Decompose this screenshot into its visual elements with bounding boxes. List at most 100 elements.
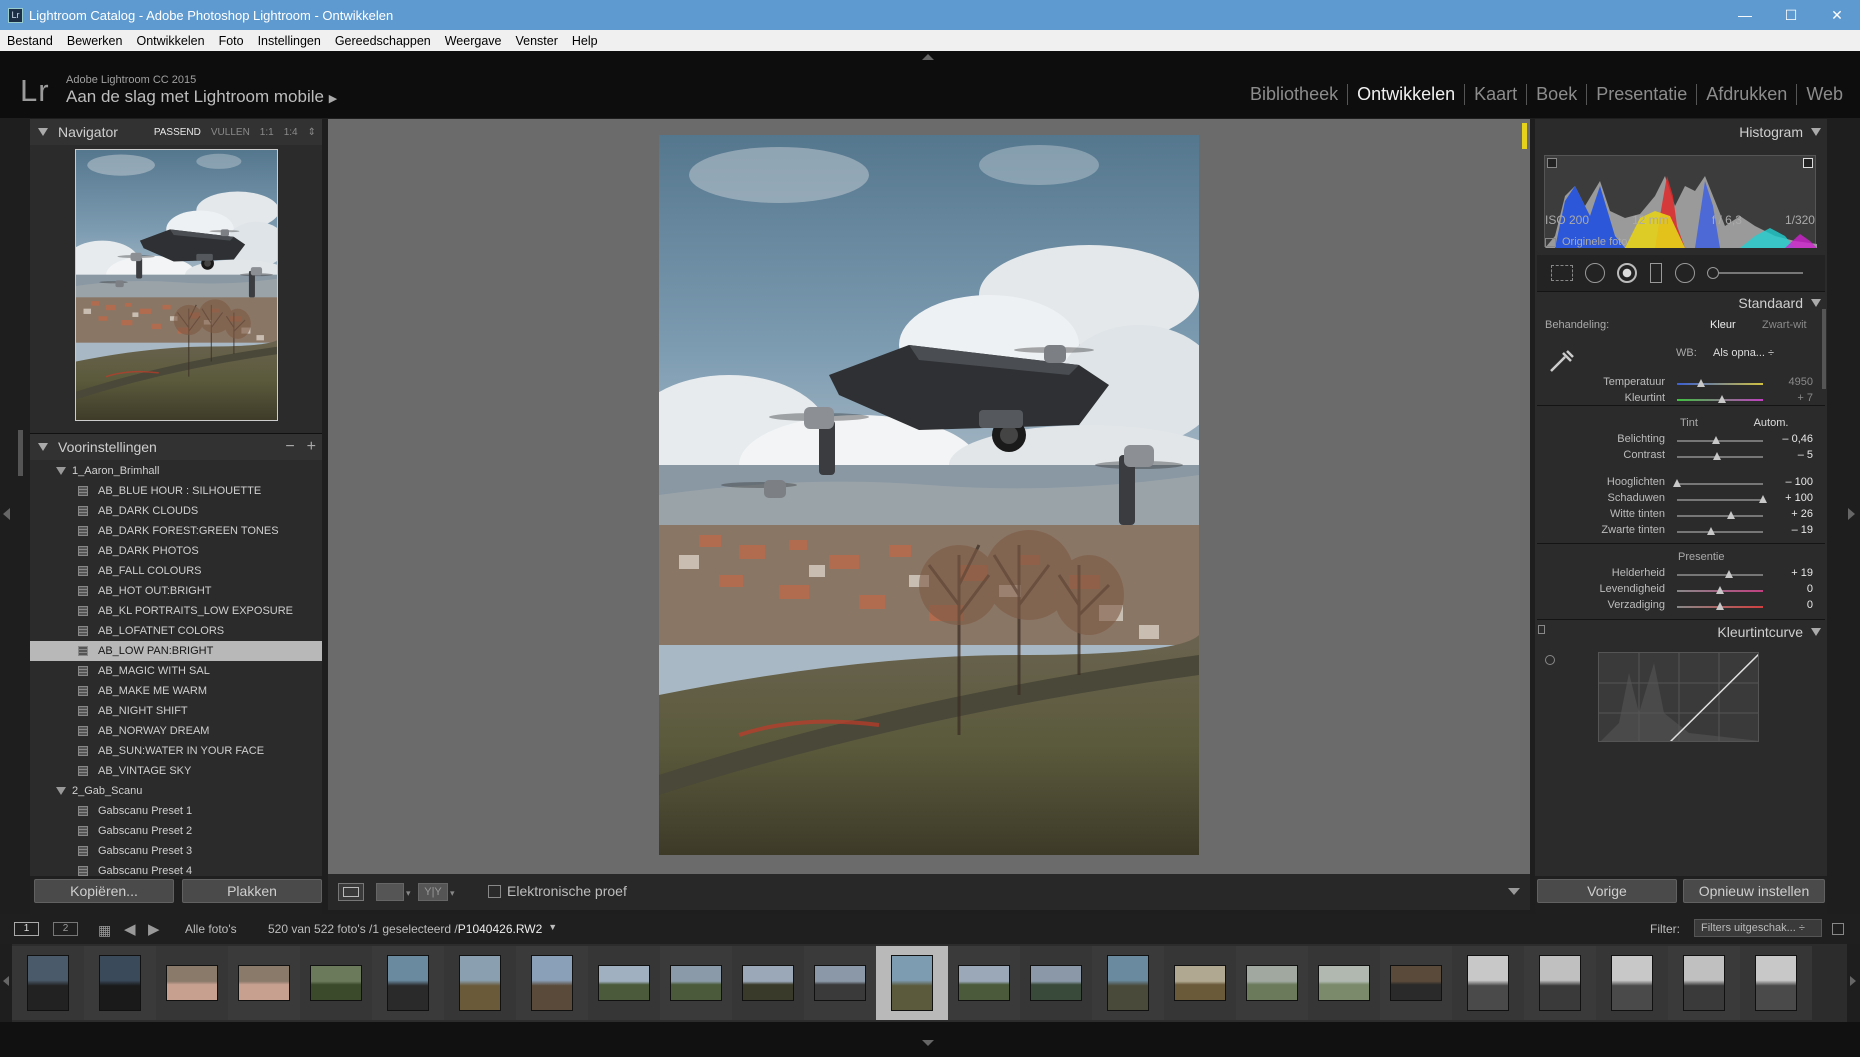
nav-zoom-stepper-icon[interactable]: ⇕ [308,127,316,138]
slider-row[interactable]: Schaduwen + 100 [1535,492,1827,508]
collapse-top-panel-icon[interactable] [922,54,934,60]
previous-button[interactable]: Vorige [1537,879,1677,903]
filmstrip-thumbnail[interactable] [1164,946,1236,1020]
presets-header[interactable]: Voorinstellingen − + [30,434,322,460]
dropdown-arrow-icon[interactable]: ▾ [406,888,411,899]
adjustment-brush-icon[interactable] [1707,267,1719,279]
slider-thumb[interactable] [1707,527,1716,535]
preset-item[interactable]: AB_NIGHT SHIFT [30,701,322,721]
original-photo-checkbox[interactable] [1545,237,1556,247]
basic-header[interactable]: Standaard [1535,290,1827,316]
slider-row[interactable]: Helderheid + 19 [1535,567,1827,583]
preset-item[interactable]: AB_MAGIC WITH SAL [30,661,322,681]
soft-proof-checkbox[interactable] [488,885,501,898]
menu-help[interactable]: Help [565,34,605,48]
forward-arrow-icon[interactable]: ▶ [148,920,160,938]
slider-track[interactable] [1677,483,1763,485]
slider-row[interactable]: Temperatuur 4950 [1535,376,1827,392]
mobile-link[interactable]: Aan de slag met Lightroom mobile ▶ [66,87,337,107]
module-bibliotheek[interactable]: Bibliotheek [1241,84,1347,105]
maximize-button[interactable]: ☐ [1768,0,1814,30]
slider-thumb[interactable] [1724,570,1733,578]
filter-dropdown[interactable]: Filters uitgeschak... ÷ [1694,919,1822,937]
slider-track[interactable] [1677,440,1763,442]
brush-size-slider[interactable] [1719,272,1803,274]
auto-tone-button[interactable]: Autom. [1741,415,1801,431]
slider-thumb[interactable] [1759,495,1767,503]
nav-zoom-fill[interactable]: VULLEN [211,127,250,138]
radial-filter-icon[interactable] [1675,263,1695,283]
collapse-left-panel-icon[interactable] [3,508,10,520]
slider-track[interactable] [1677,383,1763,385]
filmstrip-thumbnail[interactable] [1236,946,1308,1020]
slider-value[interactable]: – 0,46 [1769,433,1813,445]
filmstrip-thumbnail[interactable] [84,946,156,1020]
slider-value[interactable]: – 19 [1769,524,1813,536]
swap-settings-icon[interactable]: Y|Y [418,883,448,901]
treatment-color[interactable]: Kleur [1710,319,1736,331]
slider-row[interactable]: Belichting – 0,46 [1535,433,1827,449]
preset-item-selected[interactable]: AB_LOW PAN:BRIGHT [30,641,322,661]
preset-folder[interactable]: 2_Gab_Scanu [30,781,322,801]
copy-settings-button[interactable]: Kopiëren... [34,879,174,903]
filmstrip-thumbnail[interactable] [1092,946,1164,1020]
tone-curve-header[interactable]: Kleurtintcurve [1535,619,1827,645]
slider-thumb[interactable] [1716,586,1724,594]
red-eye-icon[interactable] [1617,263,1637,283]
slider-row[interactable]: Witte tinten + 26 [1535,508,1827,524]
filmstrip-thumbnail[interactable] [1308,946,1380,1020]
loupe-view-icon[interactable] [338,883,364,901]
filmstrip-thumbnail[interactable] [876,946,948,1020]
slider-thumb[interactable] [1697,379,1706,387]
slider-value[interactable]: 0 [1769,583,1813,595]
filmstrip-thumbnail[interactable] [1452,946,1524,1020]
slider-thumb[interactable] [1673,479,1681,487]
filmstrip-thumbnail[interactable] [228,946,300,1020]
preset-item[interactable]: AB_DARK CLOUDS [30,501,322,521]
menu-gereedschappen[interactable]: Gereedschappen [328,34,438,48]
nav-zoom-1-4[interactable]: 1:4 [284,127,298,138]
filmstrip-thumbnail[interactable] [732,946,804,1020]
filmstrip-thumbnail[interactable] [156,946,228,1020]
filmstrip-thumbnail[interactable] [372,946,444,1020]
preset-item[interactable]: AB_VINTAGE SKY [30,761,322,781]
menu-ontwikkelen[interactable]: Ontwikkelen [129,34,211,48]
slider-value[interactable]: + 7 [1769,392,1813,404]
filmstrip-scroll-left-icon[interactable] [3,976,9,986]
filmstrip-scroll-right-icon[interactable] [1850,976,1856,986]
slider-track[interactable] [1677,574,1763,576]
filmstrip-thumbnail[interactable] [12,946,84,1020]
slider-row[interactable]: Zwarte tinten – 19 [1535,524,1827,540]
filmstrip-thumbnail[interactable] [588,946,660,1020]
slider-thumb[interactable] [1717,395,1726,403]
grid-view-icon[interactable]: ▦ [98,922,111,939]
slider-value[interactable]: 4950 [1769,376,1813,388]
preset-item[interactable]: AB_DARK FOREST:GREEN TONES [30,521,322,541]
preset-item[interactable]: Gabscanu Preset 3 [30,841,322,861]
slider-track[interactable] [1677,531,1763,533]
filmstrip-thumbnail[interactable] [1524,946,1596,1020]
preset-item[interactable]: AB_MAKE ME WARM [30,681,322,701]
collapse-bottom-panel-icon[interactable] [922,1040,934,1046]
slider-row[interactable]: Hooglichten – 100 [1535,476,1827,492]
photo-count[interactable]: 520 van 522 foto's /1 geselecteerd / P10… [268,922,557,936]
filmstrip-thumbnail[interactable] [948,946,1020,1020]
preset-item[interactable]: AB_HOT OUT:BRIGHT [30,581,322,601]
slider-value[interactable]: 0 [1769,599,1813,611]
slider-thumb[interactable] [1716,602,1724,610]
filter-lock-icon[interactable] [1832,923,1844,935]
slider-row[interactable]: Levendigheid 0 [1535,583,1827,599]
preset-item[interactable]: AB_LOFATNET COLORS [30,621,322,641]
wb-dropdown[interactable]: Als opna... ÷ [1713,347,1774,359]
module-kaart[interactable]: Kaart [1464,84,1526,105]
graduated-filter-icon[interactable] [1650,263,1662,283]
module-web[interactable]: Web [1796,84,1852,105]
preset-folder[interactable]: 1_Aaron_Brimhall [30,461,322,481]
histogram-graph[interactable] [1544,155,1817,248]
filmstrip-thumbnail[interactable] [1740,946,1812,1020]
main-window-button[interactable]: 1 [14,922,39,936]
target-adjust-icon[interactable] [1545,655,1555,665]
minimize-button[interactable]: — [1722,0,1768,30]
original-photo-toggle[interactable]: Originele foto [1545,236,1627,248]
back-arrow-icon[interactable]: ◀ [124,920,136,938]
